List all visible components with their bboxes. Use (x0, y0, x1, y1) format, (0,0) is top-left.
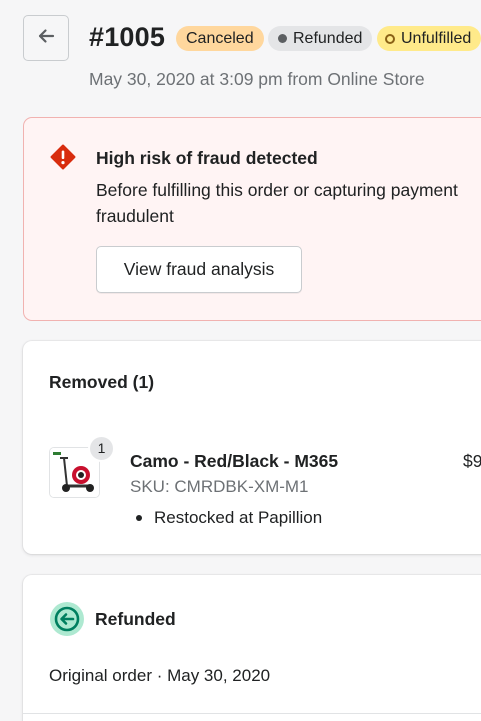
restock-note-text: Restocked at Papillion (154, 508, 323, 527)
badge-label: Canceled (186, 30, 254, 47)
fraud-title: High risk of fraud detected (96, 148, 318, 168)
page-title: #1005 (89, 22, 166, 52)
quantity-badge: 1 (88, 435, 115, 462)
product-name-link[interactable]: Camo - Red/Black - M365 (130, 451, 338, 472)
arrow-left-icon (36, 26, 56, 51)
restock-note: Restocked at Papillion (136, 508, 322, 528)
badge-label: Refunded (293, 30, 363, 47)
refund-meta: Original order · May 30, 2020 (49, 666, 271, 685)
product-sku: SKU: CMRDBK-XM-M1 (130, 477, 309, 496)
card-title: Removed (1) (49, 372, 155, 392)
back-button[interactable] (23, 15, 69, 61)
divider (23, 713, 481, 714)
status-badge-canceled: Canceled (176, 26, 264, 51)
fraud-description: Before fulfilling this order or capturin… (96, 177, 481, 229)
order-subtitle: May 30, 2020 at 3:09 pm from Online Stor… (89, 69, 425, 89)
bullet-icon (136, 515, 142, 521)
badge-label: Unfulfilled (401, 30, 472, 47)
fraud-description-line: fraudulent (96, 206, 174, 226)
order-page: #1005 Canceled Refunded Unfulfilled May … (0, 0, 481, 721)
refunded-card: Refunded Original order · May 30, 2020 (23, 575, 481, 721)
product-price: $9 (463, 451, 481, 471)
view-fraud-analysis-button[interactable]: View fraud analysis (96, 246, 302, 293)
refund-circle-icon (49, 601, 85, 642)
status-badge-refunded: Refunded (268, 26, 373, 51)
status-badge-unfulfilled: Unfulfilled (377, 26, 481, 51)
status-dot-icon (278, 34, 287, 43)
status-ring-icon (385, 33, 395, 44)
removed-items-card: Removed (1) 1 Camo - Red/Black - M365 $9… (23, 341, 481, 554)
fraud-description-line: Before fulfilling this order or capturin… (96, 180, 458, 200)
card-title: Refunded (95, 609, 176, 629)
alert-diamond-icon (50, 144, 76, 175)
fraud-banner: High risk of fraud detected Before fulfi… (23, 117, 481, 321)
